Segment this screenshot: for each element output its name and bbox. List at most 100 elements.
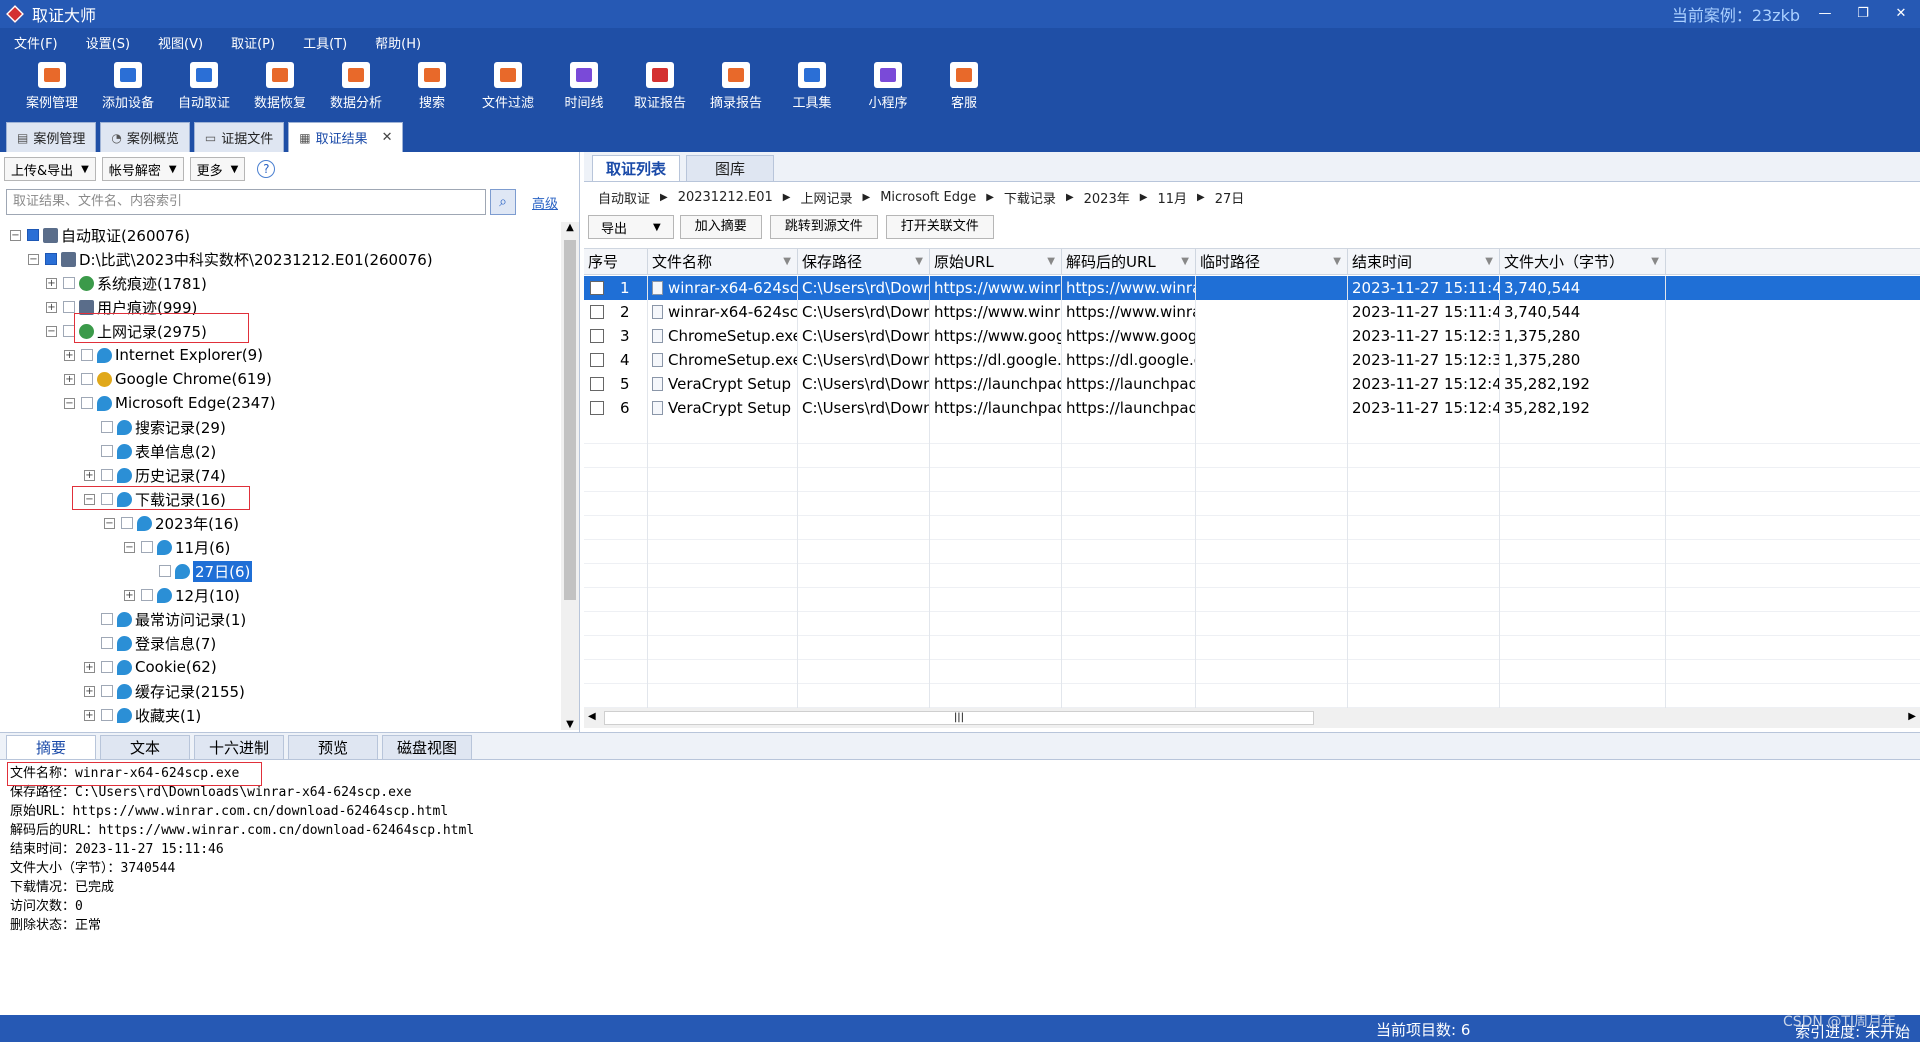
tool-mini-program[interactable]: 小程序 bbox=[850, 56, 926, 118]
tool-case-manage[interactable]: 案例管理 bbox=[14, 56, 90, 118]
tree-node[interactable]: + Google Chrome(619) bbox=[64, 368, 272, 390]
tool-toolkit[interactable]: 工具集 bbox=[774, 56, 850, 118]
tool-data-analysis[interactable]: 数据分析 bbox=[318, 56, 394, 118]
collapse-icon[interactable]: − bbox=[64, 397, 75, 409]
table-row[interactable]: 2 winrar-x64-624scp....C:\Users\rd\Downlo… bbox=[584, 300, 1920, 324]
column-header[interactable]: 解码后的URL ▼ bbox=[1062, 249, 1196, 275]
tool-search[interactable]: 搜索 bbox=[394, 56, 470, 118]
tree-checkbox[interactable] bbox=[81, 397, 93, 409]
tree-checkbox[interactable] bbox=[141, 541, 153, 553]
filter-icon[interactable]: ▼ bbox=[1333, 249, 1341, 275]
tree-node[interactable]: 27日(6) bbox=[142, 560, 253, 582]
expand-icon[interactable]: + bbox=[124, 589, 135, 601]
search-icon[interactable]: ⌕ bbox=[490, 189, 516, 215]
tree-scrollbar[interactable]: ▲ ▼ bbox=[561, 222, 579, 730]
tree-node[interactable]: − 自动取证(260076) bbox=[10, 224, 190, 246]
tree-node[interactable]: 搜索记录(29) bbox=[84, 416, 226, 438]
breadcrumb-item[interactable]: 20231212.E01 bbox=[678, 190, 773, 205]
tree-checkbox[interactable] bbox=[27, 229, 39, 241]
tree-node[interactable]: + Internet Explorer(9) bbox=[64, 344, 263, 366]
column-header[interactable]: 保存路径 ▼ bbox=[798, 249, 930, 275]
tree-node[interactable]: +12月(10) bbox=[124, 584, 240, 606]
breadcrumb-item[interactable]: 11月 bbox=[1157, 188, 1187, 207]
column-header[interactable]: 临时路径 ▼ bbox=[1196, 249, 1348, 275]
tree-node[interactable]: + 收藏夹(1) bbox=[84, 704, 201, 726]
collapse-icon[interactable]: − bbox=[28, 253, 39, 265]
tool-excerpt-report[interactable]: 摘录报告 bbox=[698, 56, 774, 118]
tool-support[interactable]: 客服 bbox=[926, 56, 1002, 118]
tree-search-input[interactable]: 取证结果、文件名、内容索引 bbox=[6, 189, 486, 215]
column-header[interactable]: 结束时间 ▼ bbox=[1348, 249, 1500, 275]
row-checkbox[interactable] bbox=[590, 281, 604, 295]
close-button[interactable]: ✕ bbox=[1882, 0, 1920, 28]
scroll-up-icon[interactable]: ▲ bbox=[561, 222, 579, 233]
expand-icon[interactable]: + bbox=[46, 301, 57, 313]
tree-checkbox[interactable] bbox=[101, 469, 113, 481]
breadcrumb-item[interactable]: Microsoft Edge bbox=[880, 190, 976, 205]
menu-settings[interactable]: 设置(S) bbox=[82, 31, 134, 54]
tab-summary[interactable]: 摘要 bbox=[6, 735, 96, 759]
tool-timeline[interactable]: 时间线 bbox=[546, 56, 622, 118]
tree-node[interactable]: + 历史记录(74) bbox=[84, 464, 226, 486]
scroll-thumb[interactable]: ||| bbox=[604, 711, 1314, 725]
filter-icon[interactable]: ▼ bbox=[915, 249, 923, 275]
close-tab-icon[interactable]: ✕ bbox=[382, 130, 393, 145]
tree-checkbox[interactable] bbox=[159, 565, 171, 577]
collapse-icon[interactable]: − bbox=[46, 325, 57, 337]
tab-text[interactable]: 文本 bbox=[100, 735, 190, 759]
breadcrumb-item[interactable]: 27日 bbox=[1215, 188, 1245, 207]
tree-checkbox[interactable] bbox=[101, 661, 113, 673]
tree-checkbox[interactable] bbox=[121, 517, 133, 529]
scroll-down-icon[interactable]: ▼ bbox=[561, 719, 579, 730]
tree-node[interactable]: 登录信息(7) bbox=[84, 632, 216, 654]
tree-node[interactable]: − 2023年(16) bbox=[104, 512, 239, 534]
jump-to-source-button[interactable]: 跳转到源文件 bbox=[769, 215, 878, 239]
menu-tools[interactable]: 工具(T) bbox=[299, 31, 351, 54]
expand-icon[interactable]: + bbox=[46, 277, 57, 289]
tool-data-recovery[interactable]: 数据恢复 bbox=[242, 56, 318, 118]
tree-node[interactable]: + 缓存记录(2155) bbox=[84, 680, 245, 702]
expand-icon[interactable]: + bbox=[64, 373, 75, 385]
tree-checkbox[interactable] bbox=[63, 301, 75, 313]
table-row[interactable]: 1 winrar-x64-624scp....C:\Users\rd\Downlo… bbox=[584, 276, 1920, 300]
expand-icon[interactable]: + bbox=[84, 685, 95, 697]
tool-add-device[interactable]: 添加设备 bbox=[90, 56, 166, 118]
filter-icon[interactable]: ▼ bbox=[1047, 249, 1055, 275]
menu-forensics[interactable]: 取证(P) bbox=[227, 31, 279, 54]
table-row[interactable]: 4 ChromeSetup.exeC:\Users\rd\Downlo... htt… bbox=[584, 348, 1920, 372]
scroll-left-icon[interactable]: ◀ bbox=[588, 711, 596, 722]
tree-checkbox[interactable] bbox=[101, 709, 113, 721]
column-header[interactable]: 序号 bbox=[584, 249, 648, 275]
table-row[interactable]: 3 ChromeSetup.exeC:\Users\rd\Downlo... htt… bbox=[584, 324, 1920, 348]
menu-view[interactable]: 视图(V) bbox=[154, 31, 207, 54]
menu-help[interactable]: 帮助(H) bbox=[371, 31, 425, 54]
filter-icon[interactable]: ▼ bbox=[1485, 249, 1493, 275]
tree-node[interactable]: + 系统痕迹(1781) bbox=[46, 272, 207, 294]
breadcrumb-item[interactable]: 自动取证 bbox=[598, 188, 650, 207]
tool-auto-forensics[interactable]: 自动取证 bbox=[166, 56, 242, 118]
tool-file-filter[interactable]: 文件过滤 bbox=[470, 56, 546, 118]
minimize-button[interactable]: — bbox=[1806, 0, 1844, 28]
breadcrumb-item[interactable]: 上网记录 bbox=[800, 188, 852, 207]
filter-icon[interactable]: ▼ bbox=[783, 249, 791, 275]
row-checkbox[interactable] bbox=[590, 329, 604, 343]
advanced-search-link[interactable]: 高级 bbox=[532, 193, 558, 212]
tree-node[interactable]: + Cookie(62) bbox=[84, 656, 217, 678]
tree-node[interactable]: 表单信息(2) bbox=[84, 440, 216, 462]
tool-report[interactable]: 取证报告 bbox=[622, 56, 698, 118]
scroll-thumb[interactable] bbox=[564, 240, 576, 600]
expand-icon[interactable]: + bbox=[84, 469, 95, 481]
filter-icon[interactable]: ▼ bbox=[1181, 249, 1189, 275]
tab-gallery[interactable]: 图库 bbox=[686, 155, 774, 181]
row-checkbox[interactable] bbox=[590, 305, 604, 319]
breadcrumb-item[interactable]: 2023年 bbox=[1084, 188, 1130, 207]
table-hscrollbar[interactable]: ◀ ||| ▶ bbox=[584, 708, 1920, 728]
tab-case-overview[interactable]: ◔ 案例概览 bbox=[100, 122, 190, 152]
collapse-icon[interactable]: − bbox=[124, 541, 135, 553]
expand-icon[interactable]: + bbox=[64, 349, 75, 361]
collapse-icon[interactable]: − bbox=[104, 517, 115, 529]
row-checkbox[interactable] bbox=[590, 377, 604, 391]
tab-case-manage[interactable]: ▤ 案例管理 bbox=[6, 122, 97, 152]
tree-node[interactable]: − Microsoft Edge(2347) bbox=[64, 392, 276, 414]
more-dropdown[interactable]: 更多 ▼ bbox=[189, 157, 246, 181]
